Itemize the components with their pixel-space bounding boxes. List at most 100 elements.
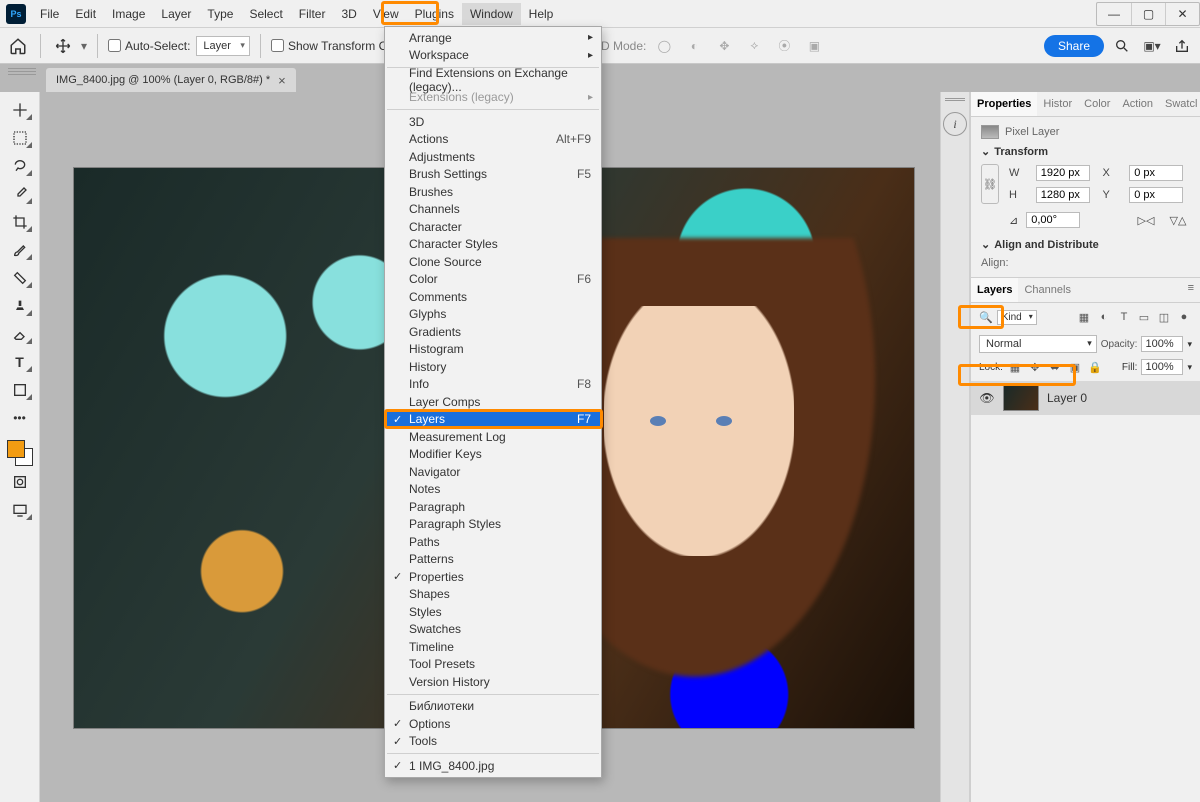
window-menu-paragraph-styles[interactable]: Paragraph Styles <box>385 516 601 534</box>
menu-edit[interactable]: Edit <box>67 3 104 25</box>
auto-select-target-select[interactable]: Layer <box>196 36 250 56</box>
tab-color[interactable]: Color <box>1078 92 1116 116</box>
info-panel-icon[interactable]: i <box>943 112 967 136</box>
menu-filter[interactable]: Filter <box>291 3 334 25</box>
workspace-switcher-icon[interactable]: ▣▾ <box>1140 34 1164 58</box>
window-menu-history[interactable]: History <box>385 358 601 376</box>
layer-filter-kind-select[interactable]: Kind <box>997 310 1037 325</box>
home-icon[interactable] <box>6 34 30 58</box>
lock-nesting-icon[interactable]: ▣ <box>1067 359 1083 375</box>
lock-position-icon[interactable]: ✥ <box>1027 359 1043 375</box>
filter-adjust-icon[interactable]: ◐ <box>1096 309 1112 325</box>
window-menu-styles[interactable]: Styles <box>385 603 601 621</box>
filter-shape-icon[interactable]: ▭ <box>1136 309 1152 325</box>
x-input[interactable] <box>1129 165 1183 181</box>
brush-tool[interactable] <box>6 238 34 262</box>
window-menu-tool-presets[interactable]: Tool Presets <box>385 656 601 674</box>
window-menu-3d[interactable]: 3D <box>385 113 601 131</box>
tab-channels[interactable]: Channels <box>1018 278 1076 302</box>
eraser-tool[interactable] <box>6 322 34 346</box>
color-swatches[interactable] <box>7 440 33 466</box>
menu-type[interactable]: Type <box>199 3 241 25</box>
window-menu-glyphs[interactable]: Glyphs <box>385 306 601 324</box>
auto-select-checkbox[interactable]: Auto-Select: <box>108 39 190 53</box>
close-tab-icon[interactable]: × <box>278 73 286 88</box>
window-menu-layers[interactable]: LayersF7 <box>385 411 601 429</box>
fg-color-swatch[interactable] <box>7 440 25 458</box>
stamp-tool[interactable] <box>6 294 34 318</box>
window-menu-1-img-8400-jpg[interactable]: 1 IMG_8400.jpg <box>385 757 601 775</box>
healing-tool[interactable] <box>6 266 34 290</box>
maximize-button[interactable]: ▢ <box>1131 3 1165 25</box>
search-icon[interactable] <box>1110 34 1134 58</box>
align-section[interactable]: Align and Distribute <box>981 238 1190 251</box>
shape-tool[interactable] <box>6 378 34 402</box>
menu-plugins[interactable]: Plugins <box>407 3 462 25</box>
transform-section[interactable]: Transform <box>981 145 1190 158</box>
lock-pixels-icon[interactable]: ▦ <box>1007 359 1023 375</box>
menu-3d[interactable]: 3D <box>333 3 364 25</box>
layer-row[interactable]: 👁 Layer 0 <box>971 381 1200 415</box>
window-menu-channels[interactable]: Channels <box>385 201 601 219</box>
screen-mode-tool[interactable] <box>6 498 34 522</box>
panel-grip-icon[interactable] <box>945 98 965 104</box>
filter-smart-icon[interactable]: ◫ <box>1156 309 1172 325</box>
export-icon[interactable] <box>1170 34 1194 58</box>
window-menu-modifier-keys[interactable]: Modifier Keys <box>385 446 601 464</box>
window-menu--[interactable]: Библиотеки <box>385 698 601 716</box>
lock-artboard-icon[interactable]: ⬌ <box>1047 359 1063 375</box>
window-menu-layer-comps[interactable]: Layer Comps <box>385 393 601 411</box>
minimize-button[interactable]: — <box>1097 3 1131 25</box>
window-menu-actions[interactable]: ActionsAlt+F9 <box>385 131 601 149</box>
marquee-tool[interactable] <box>6 126 34 150</box>
filter-toggle-icon[interactable]: ● <box>1176 309 1192 325</box>
window-menu-gradients[interactable]: Gradients <box>385 323 601 341</box>
window-menu-character-styles[interactable]: Character Styles <box>385 236 601 254</box>
angle-input[interactable] <box>1026 212 1080 228</box>
window-menu-character[interactable]: Character <box>385 218 601 236</box>
window-menu-histogram[interactable]: Histogram <box>385 341 601 359</box>
layers-panel-menu-icon[interactable]: ≡ <box>1182 278 1200 302</box>
quick-mask-tool[interactable] <box>6 470 34 494</box>
share-button[interactable]: Share <box>1044 35 1104 57</box>
flip-vertical-icon[interactable]: ▽△ <box>1166 208 1190 232</box>
window-menu-paths[interactable]: Paths <box>385 533 601 551</box>
panel-grip-left[interactable] <box>8 68 36 78</box>
blend-mode-select[interactable]: Normal <box>979 335 1097 353</box>
window-menu-adjustments[interactable]: Adjustments <box>385 148 601 166</box>
lasso-tool[interactable] <box>6 154 34 178</box>
window-menu-brushes[interactable]: Brushes <box>385 183 601 201</box>
opacity-input[interactable]: 100% <box>1141 336 1183 352</box>
menu-layer[interactable]: Layer <box>153 3 199 25</box>
tab-swatches[interactable]: Swatcl <box>1159 92 1200 116</box>
more-tools[interactable]: ••• <box>6 406 34 430</box>
window-menu-comments[interactable]: Comments <box>385 288 601 306</box>
window-menu-measurement-log[interactable]: Measurement Log <box>385 428 601 446</box>
window-menu-brush-settings[interactable]: Brush SettingsF5 <box>385 166 601 184</box>
window-menu-workspace[interactable]: Workspace <box>385 47 601 65</box>
window-menu-version-history[interactable]: Version History <box>385 673 601 691</box>
window-menu-paragraph[interactable]: Paragraph <box>385 498 601 516</box>
layer-name[interactable]: Layer 0 <box>1047 391 1087 405</box>
crop-tool[interactable] <box>6 210 34 234</box>
window-menu-info[interactable]: InfoF8 <box>385 376 601 394</box>
window-menu-color[interactable]: ColorF6 <box>385 271 601 289</box>
tab-layers[interactable]: Layers <box>971 278 1018 302</box>
width-input[interactable] <box>1036 165 1090 181</box>
link-dimensions-icon[interactable]: ⛓ <box>981 164 999 204</box>
window-menu-timeline[interactable]: Timeline <box>385 638 601 656</box>
window-menu-find-extensions-on-exchange-legacy-[interactable]: Find Extensions on Exchange (legacy)... <box>385 71 601 89</box>
visibility-icon[interactable]: 👁 <box>979 391 995 405</box>
tab-actions[interactable]: Action <box>1116 92 1159 116</box>
window-menu-navigator[interactable]: Navigator <box>385 463 601 481</box>
window-menu-shapes[interactable]: Shapes <box>385 586 601 604</box>
window-menu-arrange[interactable]: Arrange <box>385 29 601 47</box>
window-menu-patterns[interactable]: Patterns <box>385 551 601 569</box>
menu-select[interactable]: Select <box>241 3 290 25</box>
window-menu-clone-source[interactable]: Clone Source <box>385 253 601 271</box>
eyedropper-tool[interactable] <box>6 182 34 206</box>
flip-horizontal-icon[interactable]: ▷◁ <box>1134 208 1158 232</box>
tab-properties[interactable]: Properties <box>971 92 1037 116</box>
lock-all-icon[interactable]: 🔒 <box>1087 359 1103 375</box>
tab-history[interactable]: Histor <box>1037 92 1078 116</box>
